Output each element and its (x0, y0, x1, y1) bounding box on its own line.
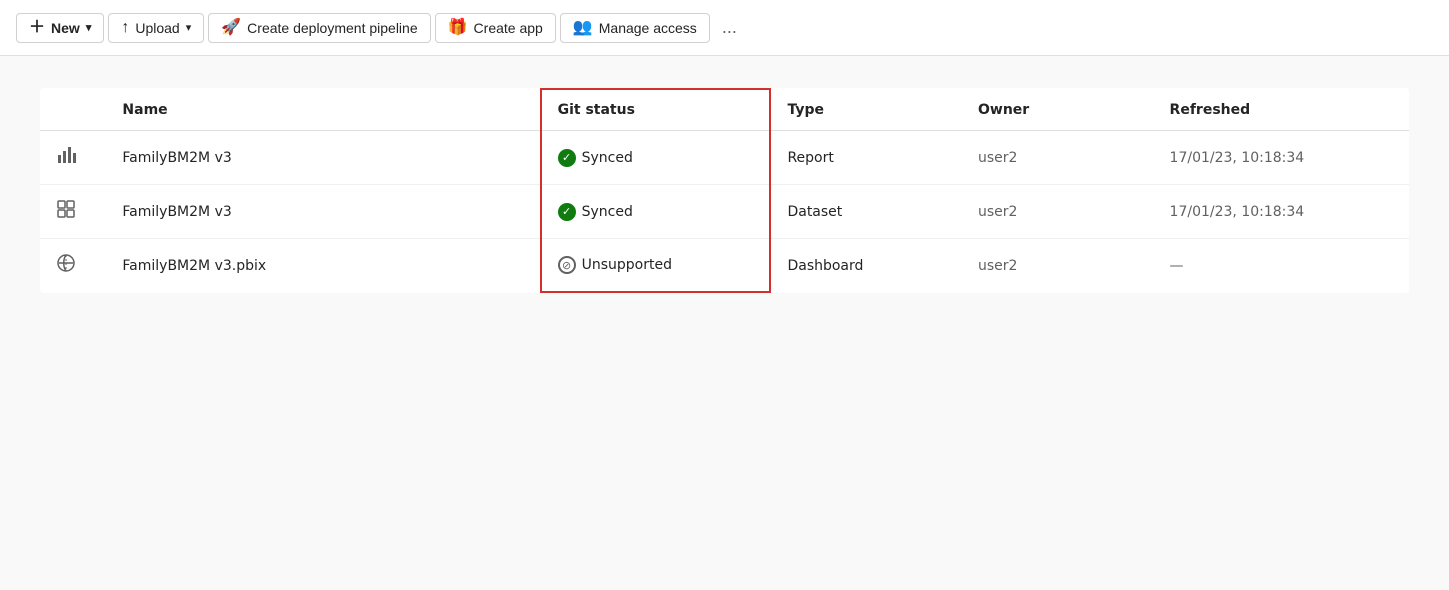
item-type: Report (787, 150, 833, 166)
item-name: FamilyBM2M v3.pbix (122, 258, 266, 274)
app-icon: 🎁 (448, 20, 468, 36)
upload-button[interactable]: ↑ Upload ▾ (108, 13, 204, 43)
new-chevron-icon: ▾ (86, 21, 92, 34)
table-header-row: Name Git status Type Owner Refreshed (40, 89, 1409, 131)
manage-access-icon: 👥 (573, 20, 593, 36)
more-button[interactable]: ... (714, 11, 745, 44)
plus-icon: ＋ (29, 20, 45, 36)
manage-access-button[interactable]: 👥 Manage access (560, 13, 710, 43)
table-row[interactable]: FamilyBM2M v3 ✓ Synced Report user2 17/0… (40, 131, 1409, 185)
status-badge: ✓ Synced (558, 203, 754, 221)
row-icon-cell (40, 239, 106, 293)
create-app-label: Create app (474, 20, 543, 36)
row-refreshed-cell: 17/01/23, 10:18:34 (1154, 185, 1409, 239)
item-icon (56, 257, 76, 278)
item-name: FamilyBM2M v3 (122, 204, 231, 220)
status-badge: ✓ Synced (558, 149, 754, 167)
synced-icon: ✓ (558, 203, 576, 221)
row-name-cell: FamilyBM2M v3 (106, 131, 540, 185)
item-icon (56, 203, 76, 224)
item-owner: user2 (978, 258, 1017, 274)
more-label: ... (722, 17, 737, 38)
item-owner: user2 (978, 150, 1017, 166)
col-header-refreshed: Refreshed (1154, 89, 1409, 131)
status-label: Unsupported (582, 257, 672, 273)
unsupported-icon: ⊘ (558, 256, 576, 274)
new-button[interactable]: ＋ New ▾ (16, 13, 104, 43)
upload-label: Upload (135, 20, 179, 36)
table-body: FamilyBM2M v3 ✓ Synced Report user2 17/0… (40, 131, 1409, 293)
item-icon (56, 149, 76, 170)
col-header-owner: Owner (962, 89, 1154, 131)
item-refreshed: — (1170, 258, 1184, 274)
row-icon-cell (40, 131, 106, 185)
row-refreshed-cell: — (1154, 239, 1409, 293)
create-app-button[interactable]: 🎁 Create app (435, 13, 556, 43)
col-header-icon (40, 89, 106, 131)
table-row[interactable]: FamilyBM2M v3 ✓ Synced Dataset user2 17/… (40, 185, 1409, 239)
pipeline-icon: 🚀 (221, 20, 241, 36)
row-owner-cell: user2 (962, 131, 1154, 185)
new-label: New (51, 20, 80, 36)
items-table-container: Name Git status Type Owner Refreshed (40, 88, 1409, 293)
row-owner-cell: user2 (962, 239, 1154, 293)
row-type-cell: Report (770, 131, 962, 185)
col-header-name: Name (106, 89, 540, 131)
synced-icon: ✓ (558, 149, 576, 167)
item-refreshed: 17/01/23, 10:18:34 (1170, 150, 1305, 166)
row-icon-cell (40, 185, 106, 239)
item-owner: user2 (978, 204, 1017, 220)
manage-access-label: Manage access (599, 20, 697, 36)
items-table: Name Git status Type Owner Refreshed (40, 88, 1409, 293)
item-refreshed: 17/01/23, 10:18:34 (1170, 204, 1305, 220)
row-refreshed-cell: 17/01/23, 10:18:34 (1154, 131, 1409, 185)
row-git-status-cell: ⊘ Unsupported (541, 239, 771, 293)
pipeline-label: Create deployment pipeline (247, 20, 417, 36)
toolbar: ＋ New ▾ ↑ Upload ▾ 🚀 Create deployment p… (0, 0, 1449, 56)
status-label: Synced (582, 204, 633, 220)
row-name-cell: FamilyBM2M v3 (106, 185, 540, 239)
item-name: FamilyBM2M v3 (122, 150, 231, 166)
upload-icon: ↑ (121, 20, 129, 36)
row-name-cell: FamilyBM2M v3.pbix (106, 239, 540, 293)
item-type: Dashboard (787, 258, 863, 274)
status-label: Synced (582, 150, 633, 166)
row-git-status-cell: ✓ Synced (541, 131, 771, 185)
col-header-git-status: Git status (541, 89, 771, 131)
row-git-status-cell: ✓ Synced (541, 185, 771, 239)
row-owner-cell: user2 (962, 185, 1154, 239)
create-pipeline-button[interactable]: 🚀 Create deployment pipeline (208, 13, 430, 43)
main-content: Name Git status Type Owner Refreshed (0, 56, 1449, 590)
item-type: Dataset (787, 204, 842, 220)
status-badge: ⊘ Unsupported (558, 256, 754, 274)
row-type-cell: Dashboard (770, 239, 962, 293)
col-header-type: Type (770, 89, 962, 131)
row-type-cell: Dataset (770, 185, 962, 239)
upload-chevron-icon: ▾ (186, 21, 192, 34)
table-row[interactable]: FamilyBM2M v3.pbix ⊘ Unsupported Dashboa… (40, 239, 1409, 293)
